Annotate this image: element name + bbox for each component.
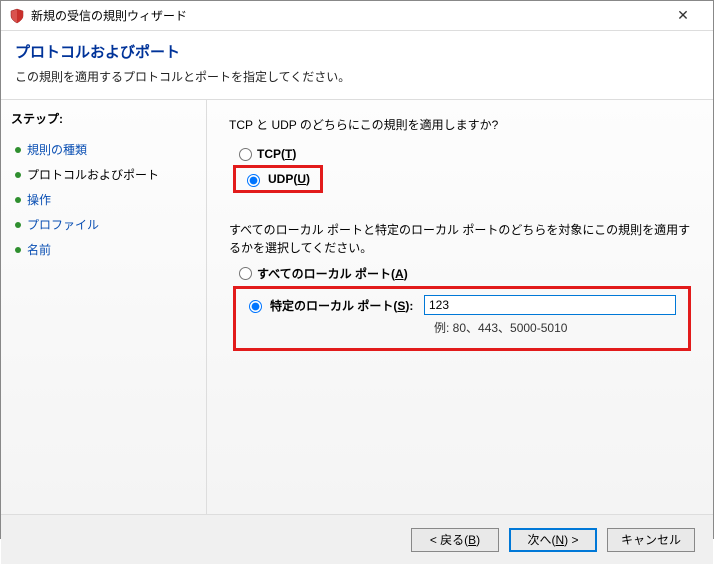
button-bar: < 戻る(B) 次へ(N) > キャンセル <box>1 514 713 564</box>
specific-ports-highlight: 特定のローカル ポート(S): 例: 80、443、5000-5010 <box>233 286 691 351</box>
protocol-question: TCP と UDP のどちらにこの規則を適用しますか? <box>229 116 691 133</box>
all-ports-radio[interactable] <box>239 267 252 280</box>
bullet-icon <box>15 147 21 153</box>
step-label: 規則の種類 <box>27 141 87 158</box>
step-action[interactable]: 操作 <box>11 187 196 212</box>
page-subtitle: この規則を適用するプロトコルとポートを指定してください。 <box>15 68 699 85</box>
all-ports-label: すべてのローカル ポート(A) <box>257 265 408 282</box>
cancel-button[interactable]: キャンセル <box>607 528 695 552</box>
step-label: プロトコルおよびポート <box>27 166 159 183</box>
tcp-radio[interactable] <box>239 148 252 161</box>
tcp-label: TCP(T) <box>257 147 296 161</box>
wizard-header: プロトコルおよびポート この規則を適用するプロトコルとポートを指定してください。 <box>1 31 713 100</box>
step-name[interactable]: 名前 <box>11 237 196 262</box>
bullet-icon <box>15 197 21 203</box>
steps-heading: ステップ: <box>11 110 196 127</box>
bullet-icon <box>15 222 21 228</box>
port-input[interactable] <box>424 295 676 315</box>
titlebar: 新規の受信の規則ウィザード ✕ <box>1 1 713 31</box>
tcp-radio-row[interactable]: TCP(T) <box>239 147 691 161</box>
close-button[interactable]: ✕ <box>661 1 705 30</box>
step-label: 操作 <box>27 191 51 208</box>
udp-highlight: UDP(U) <box>233 165 323 193</box>
specific-ports-radio-row[interactable]: 特定のローカル ポート(S): <box>244 297 414 314</box>
specific-ports-row: 特定のローカル ポート(S): <box>244 295 676 315</box>
back-button[interactable]: < 戻る(B) <box>411 528 499 552</box>
step-protocol-ports[interactable]: プロトコルおよびポート <box>11 162 196 187</box>
next-button[interactable]: 次へ(N) > <box>509 528 597 552</box>
specific-ports-radio[interactable] <box>249 300 262 313</box>
specific-ports-label: 特定のローカル ポート(S): <box>270 297 413 314</box>
bullet-icon <box>15 172 21 178</box>
steps-sidebar: ステップ: 規則の種類 プロトコルおよびポート 操作 プロファイル 名前 <box>1 100 207 514</box>
wizard-content: TCP と UDP のどちらにこの規則を適用しますか? TCP(T) UDP(U… <box>207 100 713 514</box>
port-scope-question: すべてのローカル ポートと特定のローカル ポートのどちらを対象にこの規則を適用す… <box>229 221 691 257</box>
port-scope-section: すべてのローカル ポートと特定のローカル ポートのどちらを対象にこの規則を適用す… <box>229 221 691 351</box>
step-rule-type[interactable]: 規則の種類 <box>11 137 196 162</box>
shield-icon <box>9 8 25 24</box>
bullet-icon <box>15 247 21 253</box>
udp-label: UDP(U) <box>268 172 310 186</box>
port-example-text: 例: 80、443、5000-5010 <box>434 319 676 336</box>
step-label: プロファイル <box>27 216 99 233</box>
all-ports-radio-row[interactable]: すべてのローカル ポート(A) <box>239 265 691 282</box>
close-icon: ✕ <box>677 7 689 24</box>
window-title: 新規の受信の規則ウィザード <box>31 7 661 24</box>
step-label: 名前 <box>27 241 51 258</box>
wizard-body: ステップ: 規則の種類 プロトコルおよびポート 操作 プロファイル 名前 TCP… <box>1 100 713 514</box>
page-title: プロトコルおよびポート <box>15 41 699 62</box>
step-profile[interactable]: プロファイル <box>11 212 196 237</box>
udp-radio[interactable] <box>247 174 260 187</box>
